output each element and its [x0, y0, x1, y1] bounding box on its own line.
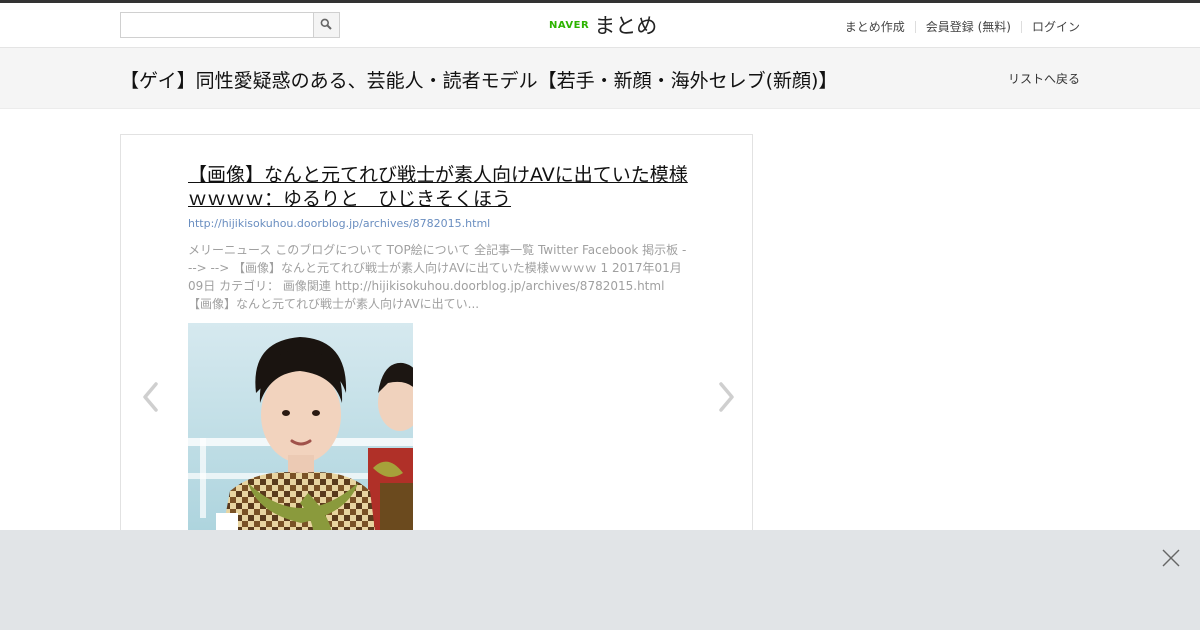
close-icon[interactable]	[1161, 548, 1181, 568]
nav-divider	[914, 20, 916, 33]
nav-create-matome-link[interactable]: まとめ作成	[845, 18, 905, 35]
chevron-left-icon[interactable]	[141, 381, 161, 413]
logo-product: まとめ	[594, 14, 658, 38]
back-to-list-link[interactable]: リストへ戻る	[1008, 70, 1080, 87]
logo-brand: NAVER	[549, 19, 590, 31]
item-card: 【画像】なんと元てれび戦士が素人向けAVに出ていた模様ｗｗｗｗ：ゆるりと ひじき…	[120, 134, 753, 555]
search-box	[120, 12, 340, 38]
item-thumbnail-image[interactable]	[188, 323, 413, 555]
search-input[interactable]	[121, 13, 313, 37]
nav-login-link[interactable]: ログイン	[1032, 18, 1080, 35]
nav-divider	[1020, 20, 1022, 33]
header-nav: まとめ作成 会員登録 (無料) ログイン	[845, 18, 1080, 35]
nav-register-link[interactable]: 会員登録 (無料)	[926, 18, 1011, 35]
thumbnail-photo	[188, 323, 413, 555]
search-button[interactable]	[313, 13, 339, 37]
item-title-link[interactable]: 【画像】なんと元てれび戦士が素人向けAVに出ていた模様ｗｗｗｗ：ゆるりと ひじき…	[188, 163, 688, 211]
item-source-url[interactable]: http://hijikisokuhou.doorblog.jp/archive…	[188, 217, 490, 230]
chevron-right-icon[interactable]	[716, 381, 736, 413]
title-bar: 【ゲイ】同性愛疑惑のある、芸能人・読者モデル【若手・新顔・海外セレブ(新顔)】 …	[0, 48, 1200, 109]
item-description: メリーニュース このブログについて TOP絵について 全記事一覧 Twitter…	[188, 243, 687, 311]
naver-matome-logo[interactable]: NAVER まとめ	[549, 11, 657, 39]
page-title: 【ゲイ】同性愛疑惑のある、芸能人・読者モデル【若手・新顔・海外セレブ(新顔)】	[120, 70, 838, 92]
search-icon	[320, 18, 332, 30]
bottom-overlay-panel	[0, 530, 1200, 630]
site-header: NAVER まとめ まとめ作成 会員登録 (無料) ログイン	[0, 3, 1200, 48]
